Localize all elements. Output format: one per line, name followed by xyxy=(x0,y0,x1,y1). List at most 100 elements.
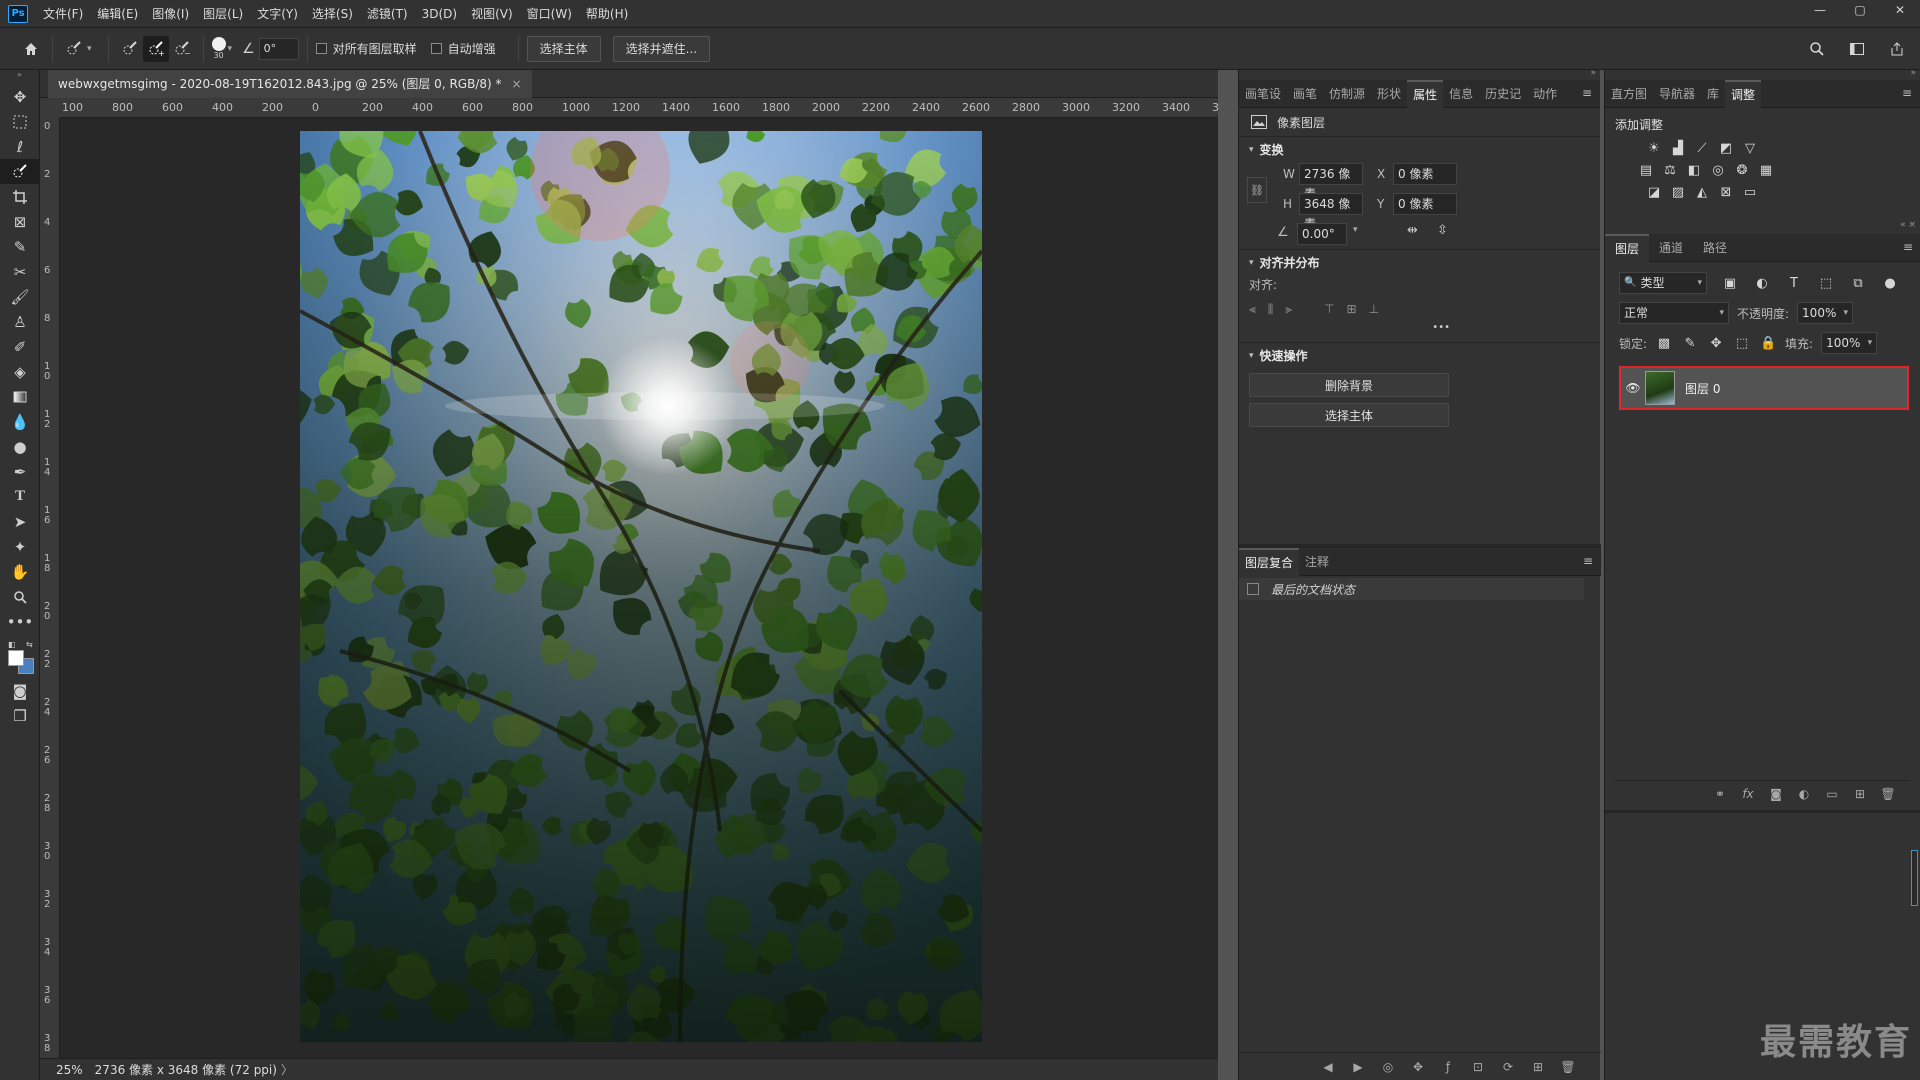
layer-name[interactable]: 图层 0 xyxy=(1685,380,1720,397)
collapse-arrows-icon[interactable]: » xyxy=(1910,68,1916,78)
workspace-icon[interactable] xyxy=(1844,36,1870,62)
new-adjustment-layer-icon[interactable]: ◐ xyxy=(1791,787,1817,801)
more-tools-icon[interactable]: ••• xyxy=(0,609,40,634)
frame-tool-icon[interactable]: ⊠ xyxy=(0,209,40,234)
brush-tool-icon[interactable]: 🖌 xyxy=(0,284,40,309)
pen-tool-icon[interactable]: ✒ xyxy=(0,459,40,484)
tab-info[interactable]: 信息 xyxy=(1443,80,1479,108)
tab-properties[interactable]: 属性 xyxy=(1407,79,1444,108)
eraser-tool-icon[interactable]: ◈ xyxy=(0,359,40,384)
add-to-selection-icon[interactable]: + xyxy=(142,35,169,62)
align-middle-v-icon[interactable]: ⊞ xyxy=(1347,302,1357,316)
tab-channels[interactable]: 通道 xyxy=(1649,234,1693,262)
lock-artboard-icon[interactable]: ⬚ xyxy=(1733,334,1751,352)
panel-menu-icon[interactable]: ≡ xyxy=(1583,554,1593,568)
panel-menu-icon[interactable]: ≡ xyxy=(1902,86,1912,100)
subtract-from-selection-icon[interactable]: − xyxy=(169,36,195,62)
menu-file[interactable]: 文件(F) xyxy=(36,0,90,28)
menu-edit[interactable]: 编辑(E) xyxy=(90,0,145,28)
horizontal-ruler[interactable]: 100 800 600 400 200 0 200 400 600 800 1000 1200 1400… xyxy=(60,98,1218,118)
quick-actions-section-header[interactable]: ▾ 快速操作 xyxy=(1239,343,1600,369)
panel-collapse-icon[interactable]: « × xyxy=(1900,220,1916,230)
tab-brush-settings[interactable]: 画笔设 xyxy=(1239,80,1287,108)
menu-filter[interactable]: 滤镜(T) xyxy=(360,0,415,28)
fx-toggle-icon[interactable]: ƒ xyxy=(1435,1060,1461,1074)
align-right-icon[interactable]: ⫸ xyxy=(1285,302,1292,317)
angle-input[interactable]: 0° xyxy=(258,37,299,60)
color-lookup-icon[interactable]: ▦ xyxy=(1757,161,1775,179)
delete-layer-icon[interactable]: 🗑 xyxy=(1875,787,1901,801)
marquee-tool-icon[interactable] xyxy=(0,109,40,134)
new-selection-icon[interactable] xyxy=(117,36,143,62)
document-info[interactable]: 2736 像素 x 3648 像素 (72 ppi) xyxy=(95,1061,277,1078)
transform-section-header[interactable]: ▾ 变换 xyxy=(1239,137,1600,163)
blur-tool-icon[interactable]: 💧 xyxy=(0,409,40,434)
vertical-ruler[interactable]: 0 2 4 6 8 1 0 1 2 1 4 1 6 1 8 2 0 2 2 2 4 2 6 2 8 3 0 3 … xyxy=(40,118,60,1058)
black-white-icon[interactable]: ◧ xyxy=(1685,161,1703,179)
align-top-icon[interactable]: ⊤ xyxy=(1324,302,1334,316)
canvas-image[interactable] xyxy=(300,131,982,1042)
vibrance-icon[interactable]: ▽ xyxy=(1741,139,1759,157)
visibility-toggle-icon[interactable]: ◎ xyxy=(1375,1060,1401,1074)
menu-window[interactable]: 窗口(W) xyxy=(520,0,579,28)
menu-help[interactable]: 帮助(H) xyxy=(579,0,635,28)
visibility-eye-icon[interactable]: 👁 xyxy=(1621,381,1645,395)
menu-image[interactable]: 图像(I) xyxy=(145,0,196,28)
maximize-button[interactable]: ▢ xyxy=(1840,0,1880,20)
blend-mode-select[interactable]: 正常 ▾ xyxy=(1619,302,1729,324)
invert-icon[interactable]: ◪ xyxy=(1645,183,1663,201)
add-mask-icon[interactable]: ◙ xyxy=(1763,787,1789,801)
collapse-arrows-icon[interactable]: » xyxy=(0,70,39,84)
align-center-h-icon[interactable]: ⫼ xyxy=(1268,302,1274,317)
chevron-down-icon[interactable]: ▾ xyxy=(1353,225,1358,235)
dodge-tool-icon[interactable]: ● xyxy=(0,434,40,459)
levels-icon[interactable]: ▟ xyxy=(1669,139,1687,157)
posterize-icon[interactable]: ▨ xyxy=(1669,183,1687,201)
close-tab-icon[interactable]: × xyxy=(512,70,522,98)
new-group-icon[interactable]: ▭ xyxy=(1819,787,1845,801)
gradient-tool-icon[interactable] xyxy=(0,384,40,409)
quick-selection-tool-icon[interactable] xyxy=(0,159,40,184)
zoom-level[interactable]: 25% xyxy=(56,1063,83,1077)
menu-layer[interactable]: 图层(L) xyxy=(196,0,250,28)
tab-shapes[interactable]: 形状 xyxy=(1371,80,1407,108)
healing-brush-tool-icon[interactable]: ✂ xyxy=(0,259,40,284)
y-input[interactable]: 0 像素 xyxy=(1393,193,1457,215)
sample-all-layers-checkbox[interactable]: 对所有图层取样 xyxy=(315,40,417,57)
link-layers-icon[interactable]: ⚭ xyxy=(1707,787,1733,801)
layer-row-layer-0[interactable]: 👁 图层 0 xyxy=(1619,366,1909,410)
hue-saturation-icon[interactable]: ▤ xyxy=(1637,161,1655,179)
brush-size-picker[interactable]: 30 xyxy=(211,37,226,60)
minimize-button[interactable]: — xyxy=(1800,0,1840,20)
lock-all-icon[interactable]: 🔒 xyxy=(1759,334,1777,352)
filter-shape-icon[interactable]: ⬚ xyxy=(1817,274,1835,292)
last-document-state-row[interactable]: 最后的文档状态 xyxy=(1239,578,1584,600)
selective-color-icon[interactable]: ⊠ xyxy=(1717,183,1735,201)
delete-comp-icon[interactable]: 🗑 xyxy=(1555,1060,1581,1074)
photo-filter-icon[interactable]: ◎ xyxy=(1709,161,1727,179)
collapse-arrows-icon[interactable]: » xyxy=(1590,68,1596,78)
lock-position-icon[interactable]: ✥ xyxy=(1707,334,1725,352)
link-icon[interactable]: ⛓ xyxy=(1247,177,1267,203)
path-selection-tool-icon[interactable]: ➤ xyxy=(0,509,40,534)
tab-layers[interactable]: 图层 xyxy=(1605,233,1650,262)
close-button[interactable]: ✕ xyxy=(1880,0,1920,20)
hand-tool-icon[interactable]: ✋ xyxy=(0,559,40,584)
remove-background-button[interactable]: 删除背景 xyxy=(1249,373,1449,397)
fill-input[interactable]: 100% ▾ xyxy=(1821,332,1878,354)
brightness-contrast-icon[interactable]: ☀ xyxy=(1645,139,1663,157)
more-options-icon[interactable]: ••• xyxy=(1239,322,1600,338)
home-icon[interactable] xyxy=(18,36,44,62)
quick-mask-icon[interactable]: ◙ xyxy=(0,678,40,703)
color-swatches[interactable]: ◧ ⇆ xyxy=(0,634,39,678)
filter-toggle-icon[interactable]: ● xyxy=(1881,274,1899,292)
swap-colors-icon[interactable]: ⇆ xyxy=(26,640,33,649)
chevron-down-icon[interactable]: ▾ xyxy=(87,44,92,54)
filter-pixel-icon[interactable]: ▣ xyxy=(1721,274,1739,292)
chevron-down-icon[interactable]: ▾ xyxy=(228,44,233,54)
filter-type-icon[interactable]: T xyxy=(1785,274,1803,292)
filter-smart-object-icon[interactable]: ⧉ xyxy=(1849,274,1867,292)
tab-histogram[interactable]: 直方图 xyxy=(1605,80,1653,108)
clone-stamp-tool-icon[interactable]: ♙ xyxy=(0,309,40,334)
tab-layer-comps[interactable]: 图层复合 xyxy=(1239,547,1300,576)
